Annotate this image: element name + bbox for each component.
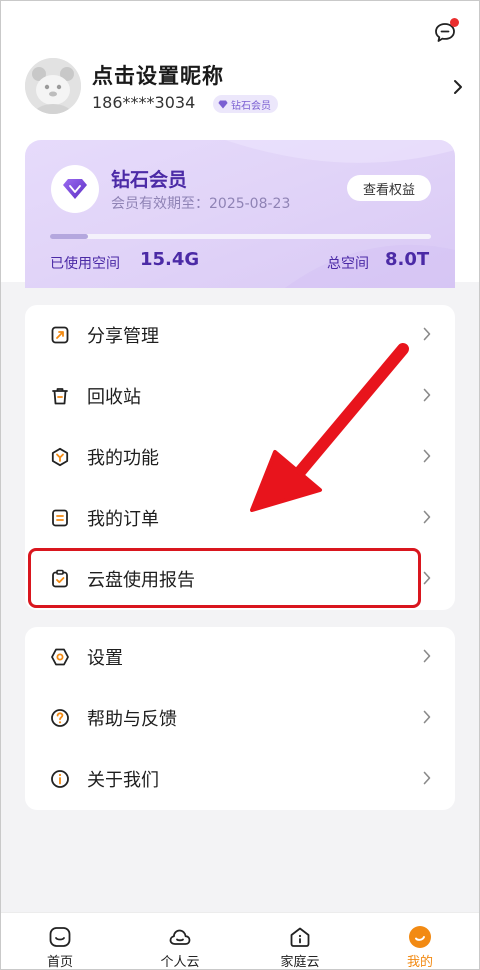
- annotation-arrow: [250, 343, 409, 512]
